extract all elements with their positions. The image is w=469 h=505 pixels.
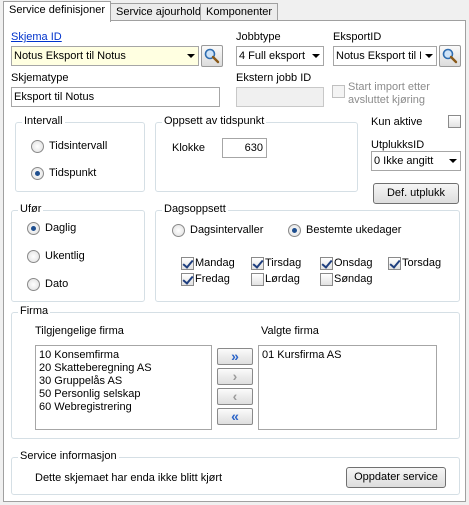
move-right-button[interactable]: › <box>217 368 253 385</box>
radio-daglig[interactable] <box>27 222 40 235</box>
skjematype-field[interactable]: Eksport til Notus <box>11 87 220 107</box>
lordag-label: Lørdag <box>265 273 300 285</box>
radio-tidsintervall[interactable] <box>31 140 44 153</box>
eksport-id-value: Notus Eksport til N <box>336 50 428 62</box>
search-icon <box>204 48 220 64</box>
radio-bestemte-ukedager[interactable] <box>288 224 301 237</box>
move-all-right-button[interactable]: » <box>217 348 253 365</box>
mandag-label: Mandag <box>195 257 235 269</box>
start-import-label-1: Start import etter <box>348 81 430 93</box>
fredag-label: Fredag <box>195 273 230 285</box>
daglig-label: Daglig <box>45 222 77 234</box>
service-info-message: Dette skjemaet har enda ikke blitt kjørt <box>35 472 223 484</box>
skjema-id-combo[interactable]: Notus Eksport til Notus <box>11 46 199 66</box>
utplukks-id-value: 0 Ikke angitt <box>374 155 434 167</box>
klokke-field[interactable]: 630 <box>222 138 267 158</box>
chevron-down-icon[interactable] <box>421 47 436 65</box>
start-import-checkbox[interactable] <box>332 85 345 98</box>
kun-aktive-checkbox[interactable] <box>448 115 461 128</box>
skjema-id-value: Notus Eksport til Notus <box>14 50 126 62</box>
torsdag-label: Torsdag <box>402 257 442 269</box>
chevron-down-icon[interactable] <box>308 47 323 65</box>
list-item[interactable]: 01 Kursfirma AS <box>262 349 341 361</box>
eksport-search-button[interactable] <box>439 45 461 67</box>
tab-service-definisjoner[interactable]: Service definisjoner <box>3 1 111 22</box>
tab-service-ajourhold[interactable]: Service ajourhold <box>110 3 207 21</box>
list-item[interactable]: 30 Gruppelås AS <box>39 375 122 387</box>
search-icon <box>442 48 458 64</box>
checkbox-onsdag[interactable] <box>320 257 333 270</box>
ekstern-jobb-id-label: Ekstern jobb ID <box>236 72 312 84</box>
eksport-id-label: EksportID <box>333 31 382 43</box>
service-info-title: Service informasjon <box>18 450 119 462</box>
klokke-label: Klokke <box>172 142 206 154</box>
jobbtype-label: Jobbtype <box>236 31 281 43</box>
available-firma-list[interactable]: 10 Konsemfirma 20 Skatteberegning AS 30 … <box>35 345 212 430</box>
kun-aktive-label: Kun aktive <box>371 116 423 128</box>
list-item[interactable]: 20 Skatteberegning AS <box>39 362 152 374</box>
klokke-value: 630 <box>244 142 263 154</box>
tab-komponenter[interactable]: Komponenter <box>200 3 279 21</box>
radio-dagsintervaller[interactable] <box>172 224 185 237</box>
radio-tidspunkt[interactable] <box>31 167 44 180</box>
selected-firma-list[interactable]: 01 Kursfirma AS <box>258 345 437 430</box>
checkbox-fredag[interactable] <box>181 273 194 286</box>
checkbox-mandag[interactable] <box>181 257 194 270</box>
move-all-left-button[interactable]: « <box>217 408 253 425</box>
intervall-title: Intervall <box>22 115 65 127</box>
ufor-title: Ufør <box>18 203 44 215</box>
move-left-button[interactable]: ‹ <box>217 388 253 405</box>
def-utplukk-button[interactable]: Def. utplukk <box>373 183 459 204</box>
bestemte-ukedager-label: Bestemte ukedager <box>306 224 402 236</box>
eksport-id-combo[interactable]: Notus Eksport til N <box>333 46 437 66</box>
jobbtype-value: 4 Full eksport <box>239 50 306 62</box>
tidspunkt-label: Tidspunkt <box>49 167 97 179</box>
firma-title: Firma <box>18 305 51 317</box>
list-item[interactable]: 60 Webregistrering <box>39 401 132 413</box>
checkbox-tirsdag[interactable] <box>251 257 264 270</box>
dagsintervaller-label: Dagsintervaller <box>190 224 264 236</box>
sondag-label: Søndag <box>334 273 373 285</box>
list-item[interactable]: 50 Personlig selskap <box>39 388 141 400</box>
valgte-firma-label: Valgte firma <box>261 325 319 337</box>
skjematype-value: Eksport til Notus <box>14 91 95 103</box>
utplukks-id-label: UtplukksID <box>371 139 425 151</box>
intervall-group: Intervall <box>15 115 145 192</box>
tilgjengelige-firma-label: Tilgjengelige firma <box>35 325 124 337</box>
skjematype-label: Skjematype <box>11 72 69 84</box>
skjema-search-button[interactable] <box>201 45 223 67</box>
checkbox-sondag[interactable] <box>320 273 333 286</box>
checkbox-lordag[interactable] <box>251 273 264 286</box>
utplukks-id-combo[interactable]: 0 Ikke angitt <box>371 151 461 171</box>
start-import-label-2: avsluttet kjøring <box>348 94 426 106</box>
radio-ukentlig[interactable] <box>27 250 40 263</box>
oppdater-service-button[interactable]: Oppdater service <box>346 467 446 488</box>
radio-dato[interactable] <box>27 278 40 291</box>
chevron-down-icon[interactable] <box>183 47 198 65</box>
tirsdag-label: Tirsdag <box>265 257 302 269</box>
tidsintervall-label: Tidsintervall <box>49 140 108 152</box>
onsdag-label: Onsdag <box>334 257 373 269</box>
chevron-down-icon[interactable] <box>445 152 460 170</box>
ekstern-jobb-id-field[interactable] <box>236 87 324 107</box>
checkbox-torsdag[interactable] <box>388 257 401 270</box>
dagsoppsett-title: Dagsoppsett <box>162 203 228 215</box>
ukentlig-label: Ukentlig <box>45 250 85 262</box>
skjema-id-label[interactable]: Skjema ID <box>11 31 62 43</box>
list-item[interactable]: 10 Konsemfirma <box>39 349 119 361</box>
tidspunkt-title: Oppsett av tidspunkt <box>162 115 267 127</box>
dato-label: Dato <box>45 278 69 290</box>
jobbtype-combo[interactable]: 4 Full eksport <box>236 46 324 66</box>
